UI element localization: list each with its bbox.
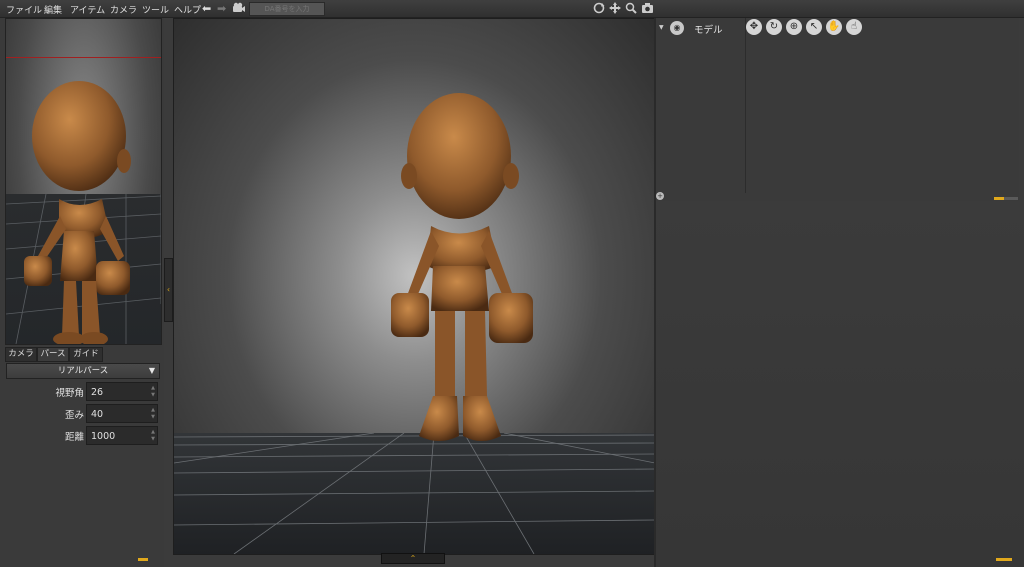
fov-field[interactable]: 26 ▲ ▼ — [86, 382, 158, 401]
finger-tool-icon[interactable]: ☝ — [846, 19, 862, 35]
tab-camera[interactable]: カメラ — [5, 347, 37, 362]
menu-camera[interactable]: カメラ — [110, 3, 137, 16]
orbit-icon[interactable] — [593, 2, 605, 17]
bronze-figure-model[interactable] — [389, 91, 549, 451]
scene-panel: ▼ ◉ モデル — [656, 18, 1019, 201]
perspective-mode-select[interactable]: リアルパース ▼ — [6, 363, 160, 379]
rotate-tool-icon[interactable]: ↻ — [766, 19, 782, 35]
expand-triangle-icon[interactable]: ▼ — [659, 24, 664, 31]
visibility-eye-icon[interactable]: ◉ — [670, 21, 684, 35]
move-tool-icon[interactable]: ✥ — [746, 19, 762, 35]
preview-figure — [24, 81, 131, 344]
expand-bottom-panel-button[interactable]: ⌃ — [381, 553, 445, 564]
spinner-icon[interactable]: ▲ ▼ — [151, 385, 155, 399]
collapse-left-panel-button[interactable]: ‹ — [164, 258, 173, 322]
perspective-mode-value: リアルパース — [57, 366, 109, 376]
menu-help[interactable]: ヘルプ — [174, 3, 201, 16]
spinner-icon[interactable]: ▲ ▼ — [151, 429, 155, 443]
forward-arrow-icon[interactable]: ➡ — [217, 2, 226, 15]
back-arrow-icon[interactable]: ⬅ — [202, 2, 211, 15]
zoom-icon[interactable] — [625, 2, 637, 17]
tree-column-divider — [745, 18, 746, 193]
menu-bar: ファイル 編集 アイテム カメラ ツール ヘルプ ⬅ ➡ — [0, 0, 1024, 18]
search-input[interactable] — [249, 2, 325, 16]
distance-field[interactable]: 1000 ▲ ▼ — [86, 426, 158, 445]
menu-item[interactable]: アイテム — [70, 3, 105, 16]
distortion-label: 歪み — [64, 410, 84, 421]
hand-tool-icon[interactable]: ✋ — [826, 19, 842, 35]
fov-label: 視野角 — [55, 388, 84, 399]
horizon-line — [6, 57, 161, 58]
menu-file[interactable]: ファイル — [6, 3, 42, 16]
tree-item-model[interactable]: モデル — [694, 22, 723, 36]
properties-panel — [656, 203, 1024, 567]
select-tool-icon[interactable]: ↖ — [806, 19, 822, 35]
main-viewport[interactable] — [173, 18, 656, 555]
menu-tool[interactable]: ツール — [142, 3, 169, 16]
scene-panel-resize-accent[interactable] — [994, 197, 1004, 200]
pan-icon[interactable] — [609, 2, 621, 17]
tab-perspective[interactable]: パース — [37, 347, 69, 362]
panel-resize-handle[interactable] — [138, 558, 148, 561]
prop-distance: 距離 1000 ▲ ▼ — [6, 426, 160, 446]
camera-preview[interactable] — [5, 18, 162, 345]
render-icon[interactable] — [641, 2, 654, 17]
spinner-icon[interactable]: ▲ ▼ — [151, 407, 155, 421]
chevron-down-icon: ▼ — [148, 366, 155, 375]
zoom-tool-icon[interactable]: ⊕ — [786, 19, 802, 35]
left-panel: カメラ パース ガイド リアルパース ▼ 視野角 26 ▲ ▼ 歪み 40 ▲ ▼ 距離… — [0, 18, 164, 567]
tab-guide[interactable]: ガイド — [69, 347, 103, 362]
properties-panel-resize-handle[interactable] — [996, 558, 1012, 561]
camera-icon[interactable] — [232, 2, 246, 17]
prop-distortion: 歪み 40 ▲ ▼ — [6, 404, 160, 424]
add-item-icon[interactable]: + — [656, 192, 664, 200]
prop-fov: 視野角 26 ▲ ▼ — [6, 382, 160, 402]
viewport-floor-grid — [174, 432, 655, 554]
scene-panel-resize-track — [1004, 197, 1018, 200]
menu-edit[interactable]: 編集 — [44, 3, 62, 16]
distance-label: 距離 — [64, 432, 84, 443]
distortion-field[interactable]: 40 ▲ ▼ — [86, 404, 158, 423]
